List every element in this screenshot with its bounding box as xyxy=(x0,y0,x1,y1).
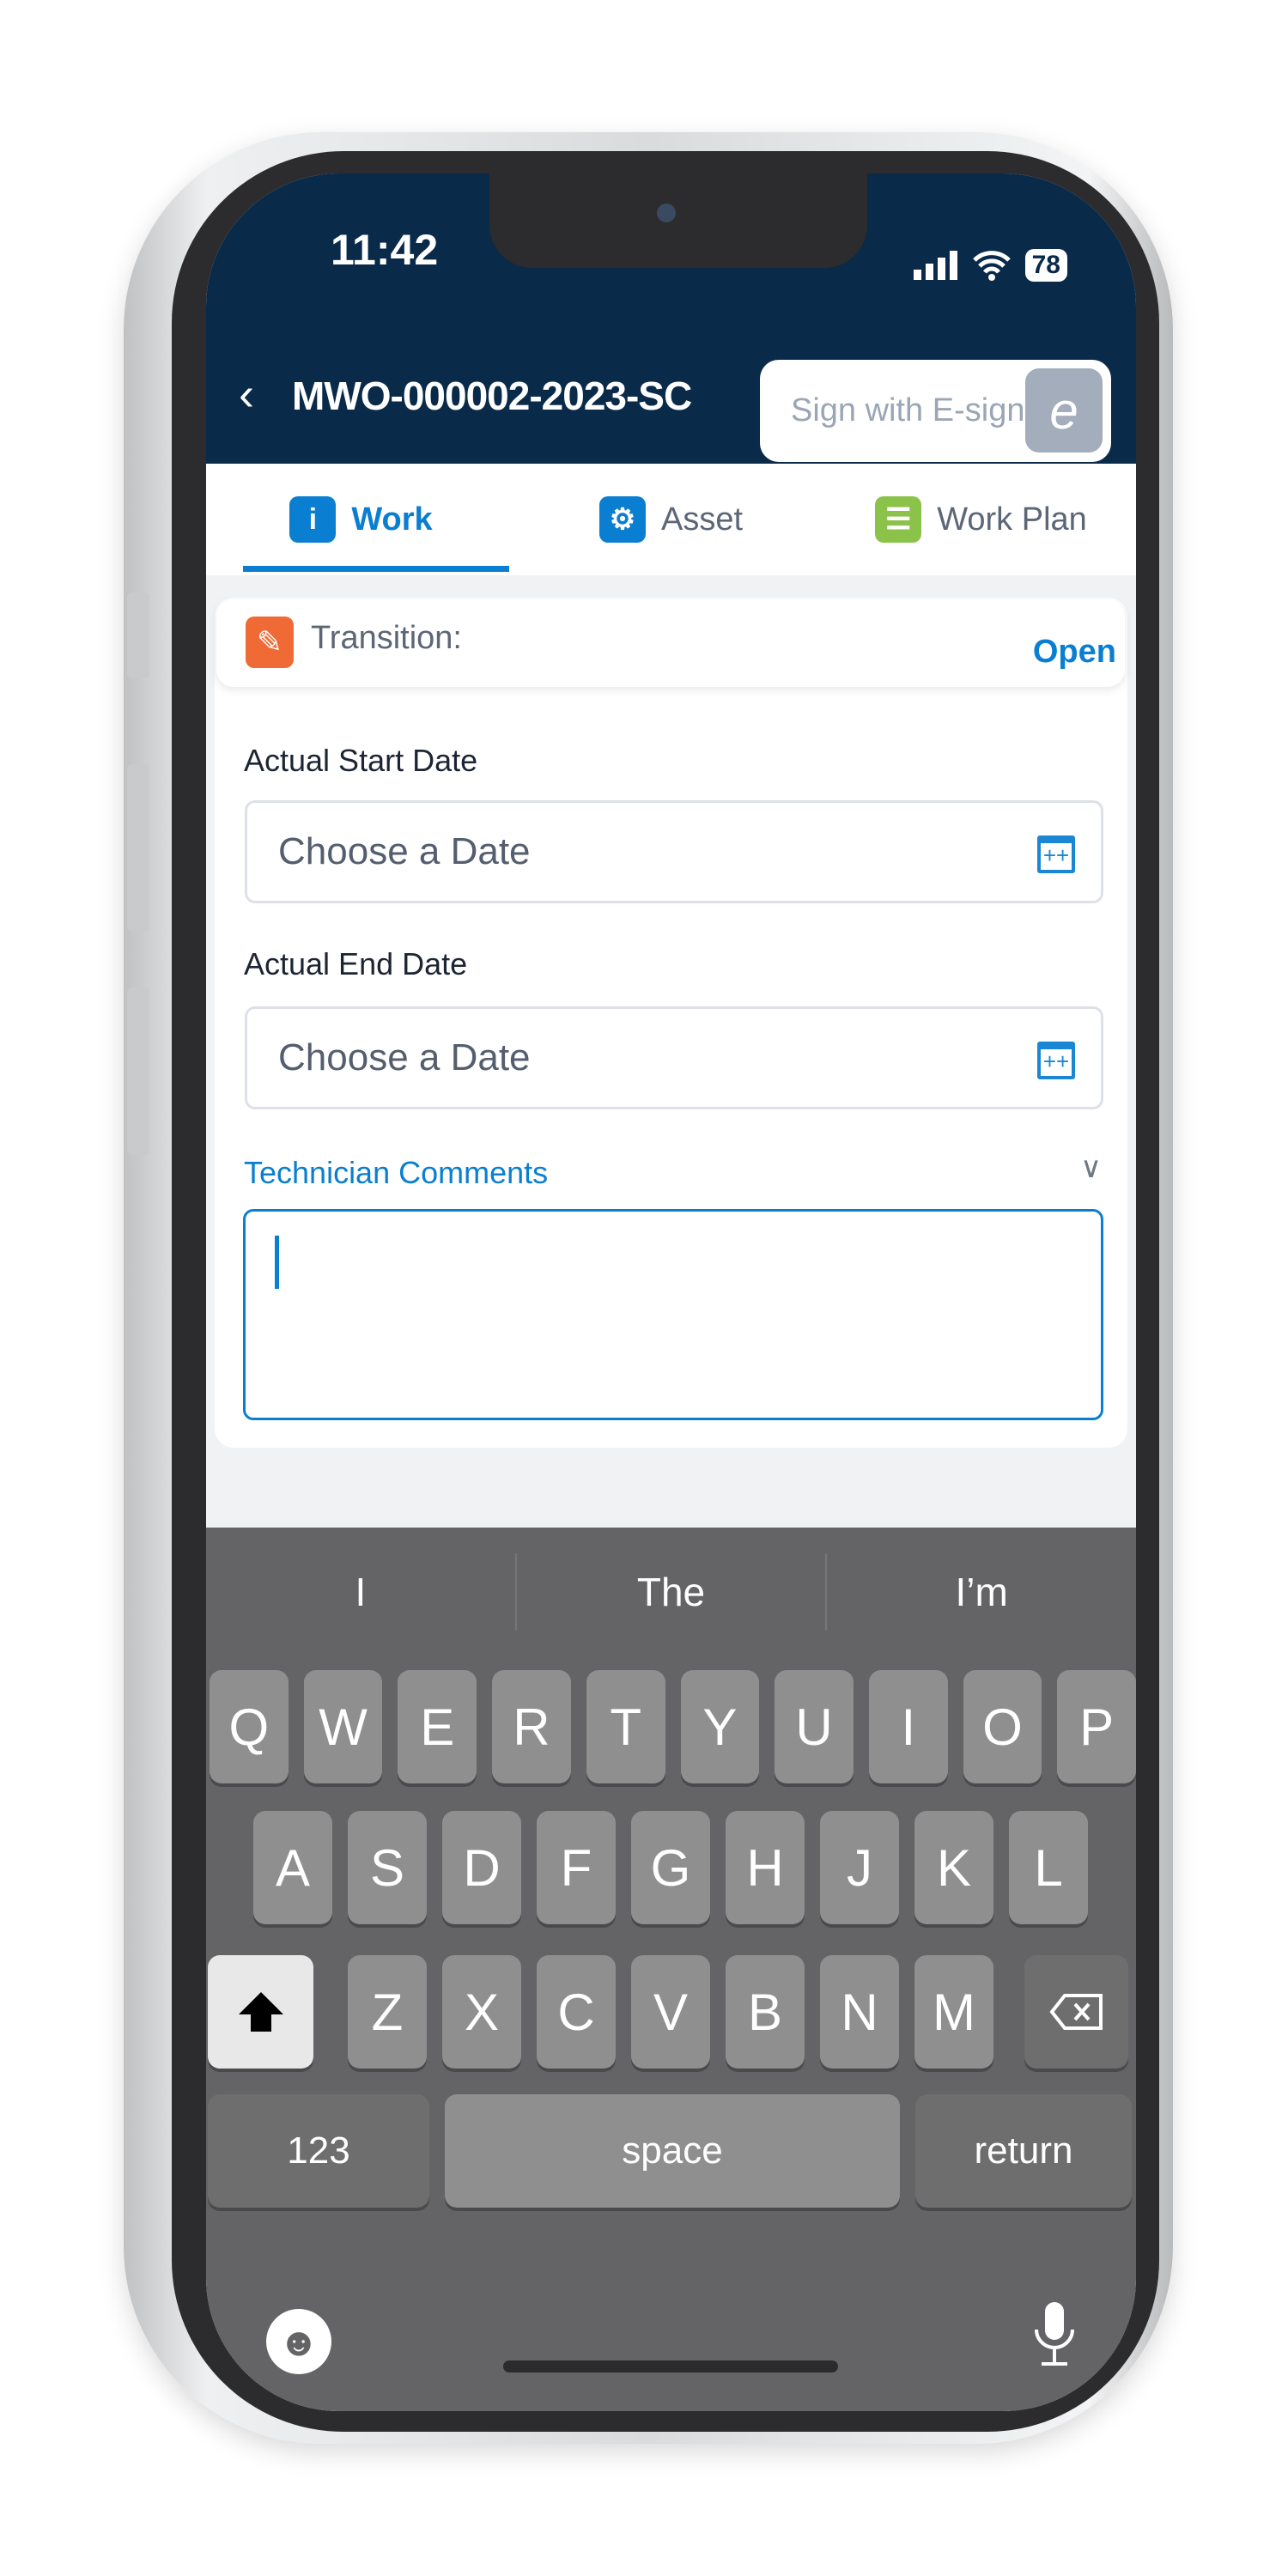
key-o[interactable]: O xyxy=(963,1670,1042,1783)
key-x[interactable]: X xyxy=(442,1955,521,2069)
key-n[interactable]: N xyxy=(820,1955,899,2069)
start-date-input[interactable]: Choose a Date ++ xyxy=(245,800,1103,903)
key-b[interactable]: B xyxy=(726,1955,805,2069)
list-icon: ☰ xyxy=(875,496,922,543)
return-key[interactable]: return xyxy=(915,2094,1132,2208)
pencil-icon: ✎ xyxy=(246,617,294,668)
volume-up-button xyxy=(127,764,149,932)
key-z[interactable]: Z xyxy=(348,1955,427,2069)
suggestion-bar: I The I’m xyxy=(206,1553,1136,1631)
technician-comments-label: Technician Comments xyxy=(244,1155,549,1190)
screen: 11:42 78 ‹ MWO-000002-2023-SC Sign with … xyxy=(206,173,1136,2411)
numbers-key[interactable]: 123 xyxy=(208,2094,429,2208)
text-caret xyxy=(275,1236,279,1289)
key-u[interactable]: U xyxy=(775,1670,854,1783)
key-q[interactable]: Q xyxy=(210,1670,289,1783)
tab-label: Work Plan xyxy=(937,501,1087,538)
tab-asset[interactable]: ⚙ Asset xyxy=(516,464,826,575)
start-date-placeholder: Choose a Date xyxy=(278,830,531,872)
suggestion[interactable]: I xyxy=(206,1553,517,1631)
tab-work-plan[interactable]: ☰ Work Plan xyxy=(826,464,1136,575)
calendar-icon[interactable]: ++ xyxy=(1037,1042,1075,1079)
start-date-label: Actual Start Date xyxy=(244,743,478,778)
status-icons: 78 xyxy=(913,249,1067,282)
tab-bar: i Work ⚙ Asset ☰ Work Plan xyxy=(206,464,1136,575)
emoji-icon[interactable]: ☻ xyxy=(266,2309,331,2374)
camera xyxy=(657,204,676,222)
shift-arrow-icon xyxy=(238,1992,283,2032)
key-v[interactable]: V xyxy=(631,1955,710,2069)
transition-row[interactable]: ✎ Transition: Open xyxy=(216,599,1125,687)
key-l[interactable]: L xyxy=(1009,1811,1088,1924)
microphone-icon[interactable] xyxy=(1033,2300,1076,2383)
suggestion[interactable]: I’m xyxy=(827,1553,1136,1631)
esign-label: Sign with E-sign xyxy=(791,392,1025,428)
key-i[interactable]: I xyxy=(868,1670,948,1783)
end-date-input[interactable]: Choose a Date ++ xyxy=(245,1006,1103,1109)
key-c[interactable]: C xyxy=(537,1955,616,2069)
key-j[interactable]: J xyxy=(820,1811,899,1924)
transition-label: Transition: xyxy=(311,620,462,656)
shift-key[interactable] xyxy=(208,1955,313,2069)
back-button[interactable]: ‹ xyxy=(239,368,254,421)
tab-label: Work xyxy=(351,501,433,538)
page-title: MWO-000002-2023-SC xyxy=(292,374,692,418)
key-e[interactable]: E xyxy=(398,1670,477,1783)
keyboard: I The I’m QWERTYUIOP ASDFGHJKL ZXCVBNM 1… xyxy=(206,1528,1136,2411)
key-f[interactable]: F xyxy=(537,1811,616,1924)
key-h[interactable]: H xyxy=(726,1811,805,1924)
calendar-icon[interactable]: ++ xyxy=(1037,835,1075,873)
signal-icon xyxy=(913,251,957,280)
key-g[interactable]: G xyxy=(631,1811,710,1924)
esign-button[interactable]: Sign with E-sign e xyxy=(760,360,1111,462)
key-d[interactable]: D xyxy=(442,1811,521,1924)
key-k[interactable]: K xyxy=(914,1811,993,1924)
key-s[interactable]: S xyxy=(348,1811,427,1924)
backspace-icon xyxy=(1048,1994,1103,2030)
chevron-down-icon[interactable]: ∨ xyxy=(1080,1151,1102,1185)
key-p[interactable]: P xyxy=(1057,1670,1136,1783)
info-icon: i xyxy=(289,496,337,543)
end-date-label: Actual End Date xyxy=(244,946,468,981)
status-time: 11:42 xyxy=(331,226,439,274)
end-date-placeholder: Choose a Date xyxy=(278,1036,531,1078)
esign-icon: e xyxy=(1025,368,1103,453)
key-y[interactable]: Y xyxy=(680,1670,760,1783)
transition-value: Open xyxy=(1032,634,1116,670)
active-tab-indicator xyxy=(243,566,509,572)
delete-key[interactable] xyxy=(1024,1955,1128,2069)
volume-down-button xyxy=(127,987,149,1155)
home-indicator[interactable] xyxy=(503,2360,838,2372)
tab-label: Asset xyxy=(660,501,744,538)
key-t[interactable]: T xyxy=(586,1670,665,1783)
notch xyxy=(489,173,867,268)
mute-switch xyxy=(127,592,149,678)
battery-icon: 78 xyxy=(1024,249,1067,282)
key-w[interactable]: W xyxy=(303,1670,383,1783)
key-a[interactable]: A xyxy=(253,1811,332,1924)
wifi-icon xyxy=(972,251,1011,281)
suggestion[interactable]: The xyxy=(517,1553,828,1631)
key-r[interactable]: R xyxy=(492,1670,571,1783)
space-key[interactable]: space xyxy=(445,2094,900,2208)
technician-comments-input[interactable] xyxy=(243,1209,1103,1420)
tab-work[interactable]: i Work xyxy=(206,464,516,575)
key-m[interactable]: M xyxy=(914,1955,993,2069)
gear-icon: ⚙ xyxy=(598,496,646,543)
